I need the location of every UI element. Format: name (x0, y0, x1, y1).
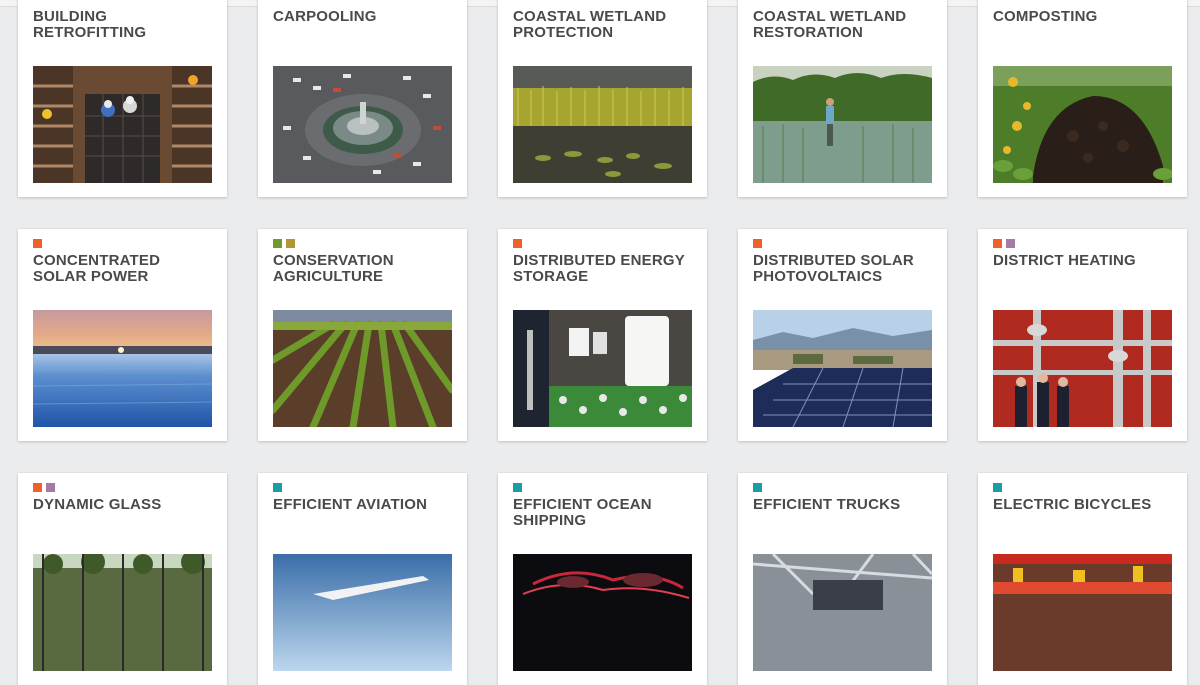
category-tags (33, 483, 55, 492)
card-thumbnail (273, 310, 452, 427)
solution-card-efficient-trucks[interactable]: EFFICIENT TRUCKS (738, 473, 947, 685)
solutions-grid: BUILDING RETROFITTING CARPOOLING COASTAL… (0, 0, 1200, 685)
card-title: BUILDING RETROFITTING (33, 8, 147, 41)
card-thumbnail (33, 554, 212, 671)
category-tags (753, 483, 762, 492)
solution-card-building-retrofitting[interactable]: BUILDING RETROFITTING (18, 0, 227, 197)
category-tag-energy (993, 239, 1002, 248)
category-tag-transport (273, 483, 282, 492)
category-tag-transport (993, 483, 1002, 492)
card-title: COASTAL WETLAND PROTECTION (513, 8, 667, 41)
category-tags (33, 239, 42, 248)
card-thumbnail (993, 310, 1172, 427)
card-title: CARPOOLING (273, 8, 377, 25)
card-thumbnail (513, 554, 692, 671)
category-tags (513, 483, 522, 492)
solution-card-district-heating[interactable]: DISTRICT HEATING (978, 229, 1187, 441)
solution-card-distributed-solar-photovoltaics[interactable]: DISTRIBUTED SOLAR PHOTOVOLTAICS (738, 229, 947, 441)
category-tag-food (286, 239, 295, 248)
category-tag-energy (753, 239, 762, 248)
card-thumbnail (273, 66, 452, 183)
card-thumbnail (33, 66, 212, 183)
card-title: EFFICIENT AVIATION (273, 496, 428, 513)
category-tags (513, 239, 522, 248)
solution-card-coastal-wetland-protection[interactable]: COASTAL WETLAND PROTECTION (498, 0, 707, 197)
solution-card-distributed-energy-storage[interactable]: DISTRIBUTED ENERGY STORAGE (498, 229, 707, 441)
card-thumbnail (273, 554, 452, 671)
card-title: CONCENTRATED SOLAR POWER (33, 252, 161, 285)
card-title: EFFICIENT TRUCKS (753, 496, 901, 513)
solution-card-efficient-aviation[interactable]: EFFICIENT AVIATION (258, 473, 467, 685)
category-tags (273, 483, 282, 492)
solution-card-concentrated-solar-power[interactable]: CONCENTRATED SOLAR POWER (18, 229, 227, 441)
card-title: DISTRIBUTED SOLAR PHOTOVOLTAICS (753, 252, 914, 285)
category-tags (753, 239, 762, 248)
solution-card-dynamic-glass[interactable]: DYNAMIC GLASS (18, 473, 227, 685)
card-thumbnail (993, 66, 1172, 183)
card-title: DISTRICT HEATING (993, 252, 1136, 269)
card-title: COMPOSTING (993, 8, 1098, 25)
category-tag-buildings (46, 483, 55, 492)
category-tag-buildings (1006, 239, 1015, 248)
solution-card-efficient-ocean-shipping[interactable]: EFFICIENT OCEAN SHIPPING (498, 473, 707, 685)
category-tags (993, 239, 1015, 248)
card-thumbnail (33, 310, 212, 427)
category-tag-energy (513, 239, 522, 248)
category-tag-energy (33, 483, 42, 492)
category-tag-transport (513, 483, 522, 492)
category-tags (273, 239, 295, 248)
card-thumbnail (753, 66, 932, 183)
card-thumbnail (993, 554, 1172, 671)
category-tag-transport (753, 483, 762, 492)
solution-card-conservation-agriculture[interactable]: CONSERVATION AGRICULTURE (258, 229, 467, 441)
card-thumbnail (753, 310, 932, 427)
solution-card-composting[interactable]: COMPOSTING (978, 0, 1187, 197)
solution-card-electric-bicycles[interactable]: ELECTRIC BICYCLES (978, 473, 1187, 685)
card-title: DISTRIBUTED ENERGY STORAGE (513, 252, 685, 285)
card-title: EFFICIENT OCEAN SHIPPING (513, 496, 652, 529)
card-title: ELECTRIC BICYCLES (993, 496, 1152, 513)
card-title: DYNAMIC GLASS (33, 496, 162, 513)
category-tag-land (273, 239, 282, 248)
card-thumbnail (513, 66, 692, 183)
card-title: COASTAL WETLAND RESTORATION (753, 8, 907, 41)
solution-card-coastal-wetland-restoration[interactable]: COASTAL WETLAND RESTORATION (738, 0, 947, 197)
category-tag-energy (33, 239, 42, 248)
solution-card-carpooling[interactable]: CARPOOLING (258, 0, 467, 197)
card-thumbnail (753, 554, 932, 671)
card-title: CONSERVATION AGRICULTURE (273, 252, 394, 285)
category-tags (993, 483, 1002, 492)
card-thumbnail (513, 310, 692, 427)
